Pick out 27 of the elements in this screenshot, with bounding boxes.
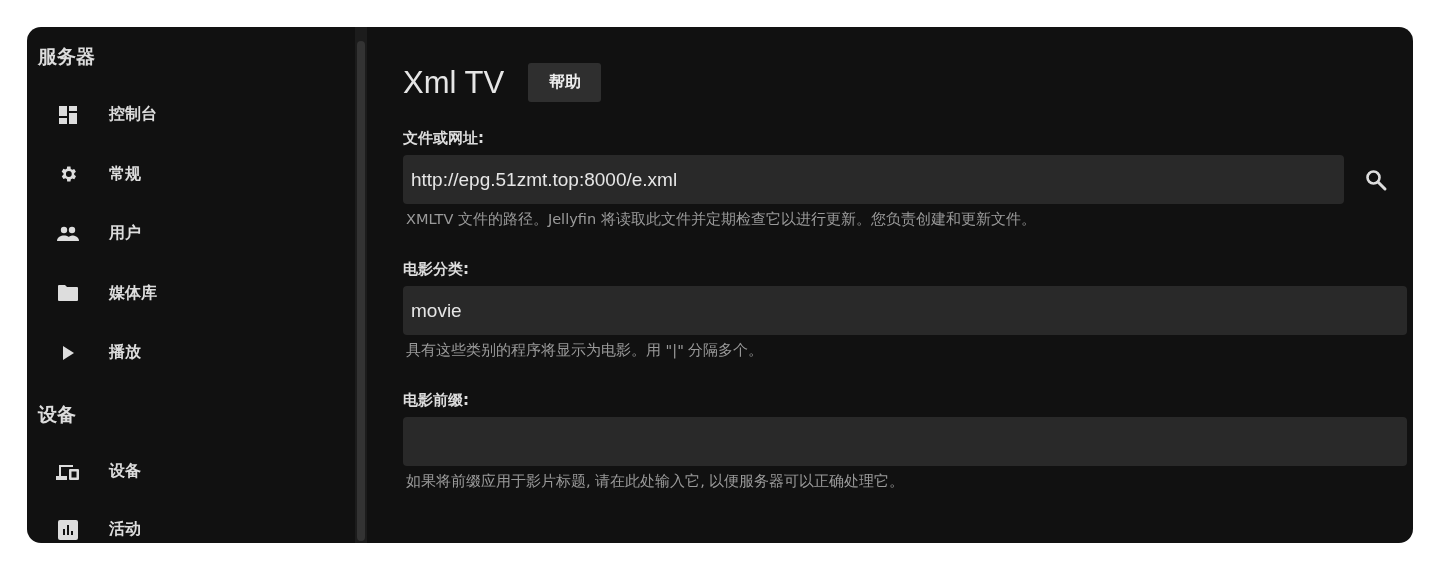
sidebar-item[interactable]: 播放 [27, 323, 355, 383]
sidebar-item[interactable]: 活动 [27, 500, 355, 543]
field-description: 具有这些类别的程序将显示为电影。用 "|" 分隔多个。 [406, 341, 764, 360]
sidebar-item[interactable]: 控制台 [27, 85, 355, 145]
field-label: 文件或网址: [403, 129, 484, 148]
sidebar-item[interactable]: 常规 [27, 144, 355, 204]
chart-icon [58, 519, 78, 540]
field-label: 电影分类: [403, 260, 469, 279]
people-icon [57, 225, 79, 242]
sidebar-heading: 服务器 [37, 44, 95, 69]
input-field[interactable] [403, 417, 1407, 466]
sidebar-item[interactable]: 用户 [27, 204, 355, 264]
sidebar-item[interactable]: 媒体库 [27, 263, 355, 323]
field-description: XMLTV 文件的路径。Jellyfin 将读取此文件并定期检查它以进行更新。您负责创建和更新文件。 [406, 210, 1036, 229]
search-icon[interactable] [1363, 167, 1388, 192]
field-label: 电影前缀: [403, 391, 469, 410]
dashboard-icon [58, 104, 78, 125]
help-button[interactable]: 帮助 [528, 63, 602, 102]
page-title: Xml TV [403, 64, 505, 101]
devices-icon [55, 462, 81, 481]
sidebar-heading: 设备 [36, 401, 76, 427]
folder-icon [57, 284, 79, 303]
field-description: 如果将前缀应用于影片标题, 请在此处输入它, 以便服务器可以正确处理它。 [406, 472, 905, 491]
input-field[interactable]: http://epg.51zmt.top:8000/e.xml [403, 155, 1344, 204]
play-icon [61, 344, 75, 361]
sidebar-item[interactable]: 设备 [27, 442, 355, 501]
input-field[interactable]: movie [403, 286, 1407, 335]
